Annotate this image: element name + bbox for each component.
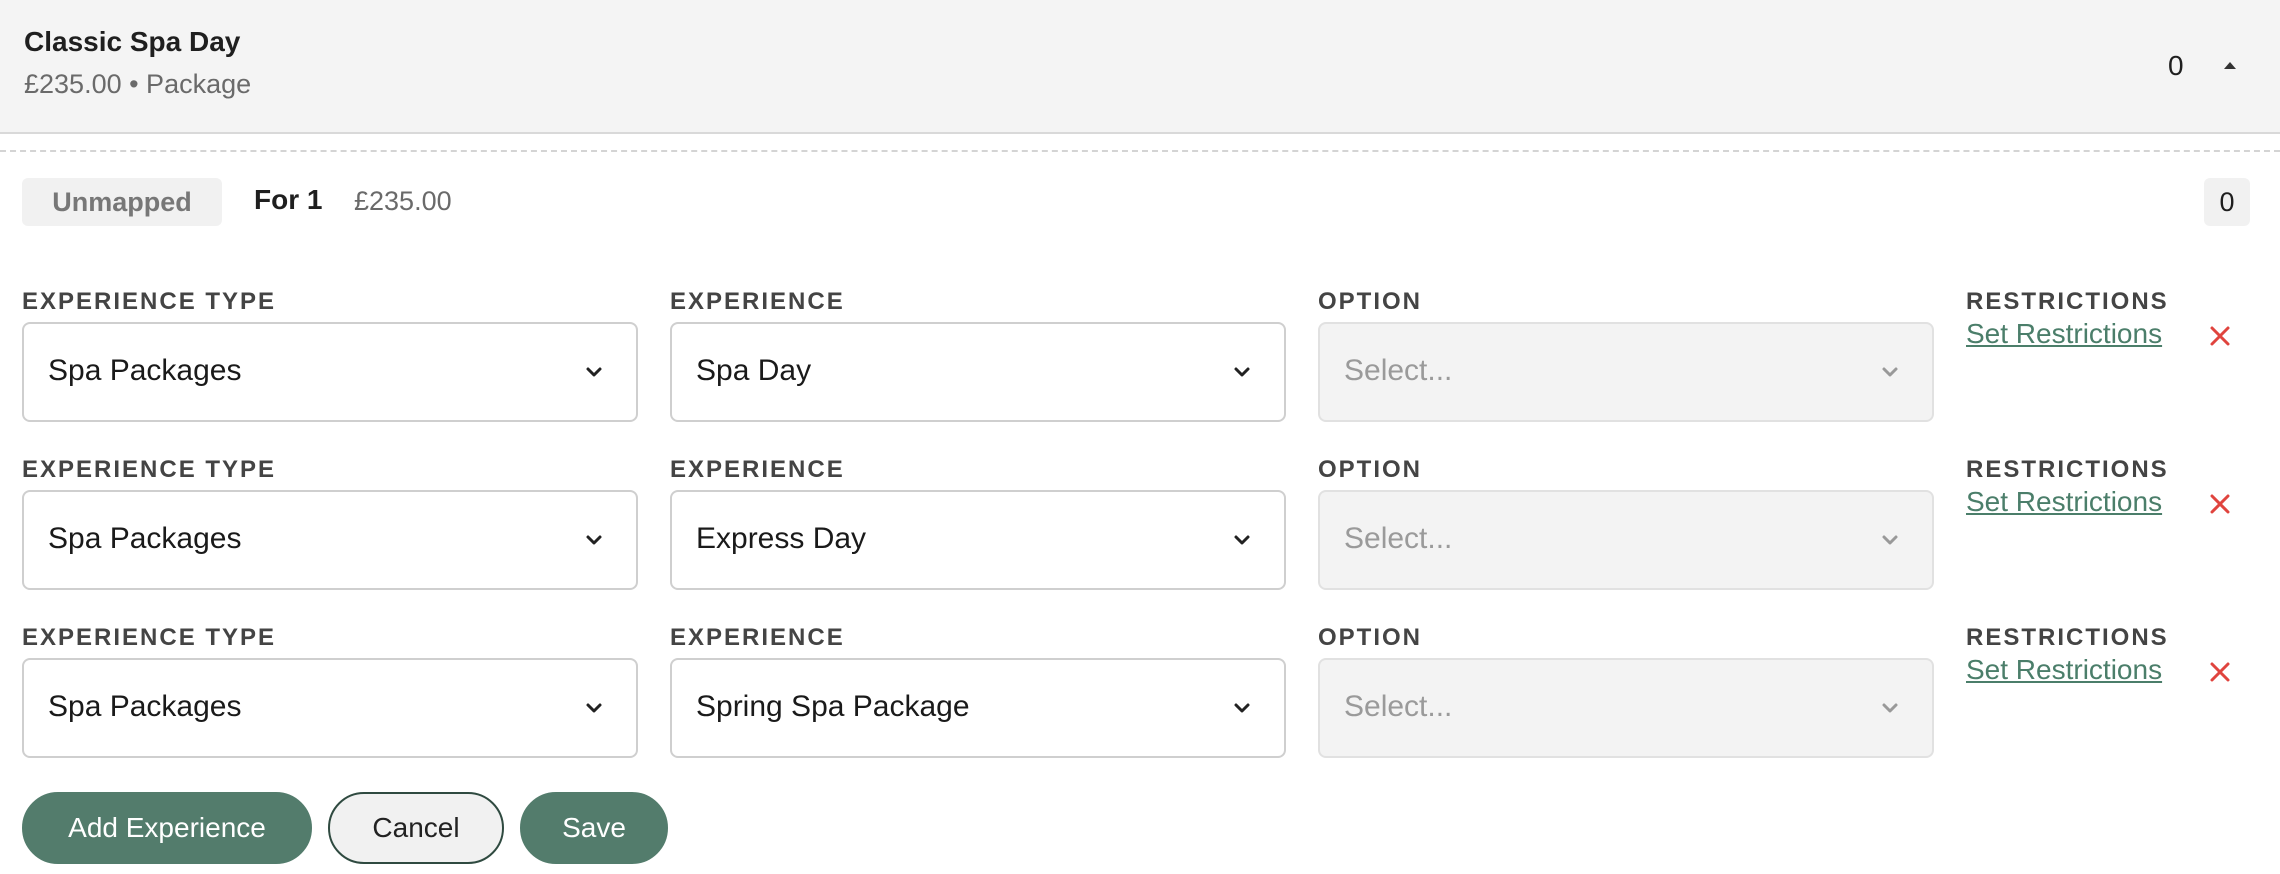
restrictions-label: RESTRICTIONS [1966,288,2169,315]
option-select[interactable]: Select... [1318,322,1934,422]
option-placeholder: Select... [1344,354,1453,387]
experience-label: EXPERIENCE [670,624,845,651]
option-label: OPTION [1318,456,1423,483]
experience-label: EXPERIENCE [670,456,845,483]
chevron-down-icon [586,367,602,377]
package-header[interactable]: Classic Spa Day £235.00 • Package 0 [0,0,2280,134]
experience-type-value: Spa Packages [48,354,242,387]
chevron-down-icon [586,535,602,545]
experience-type-select[interactable]: Spa Packages [22,490,638,590]
restrictions-label: RESTRICTIONS [1966,456,2169,483]
save-button[interactable]: Save [520,792,668,864]
experience-value: Spa Day [696,354,812,387]
chevron-down-icon [1234,535,1250,545]
package-title: Classic Spa Day [24,26,241,57]
remove-row-icon[interactable] [2208,660,2232,684]
option-label: OPTION [1318,624,1423,651]
experience-type-label: EXPERIENCE TYPE [22,456,277,483]
option-select[interactable]: Select... [1318,490,1934,590]
restrictions-label: RESTRICTIONS [1966,624,2169,651]
experience-type-label: EXPERIENCE TYPE [22,288,277,315]
add-experience-button[interactable]: Add Experience [22,792,312,864]
experience-select[interactable]: Express Day [670,490,1286,590]
remove-row-icon[interactable] [2208,492,2232,516]
chevron-down-icon [1882,703,1898,713]
experience-type-select[interactable]: Spa Packages [22,658,638,758]
package-subtitle: £235.00 • Package [24,69,252,99]
experience-type-select[interactable]: Spa Packages [22,322,638,422]
mapping-status-badge: Unmapped [22,178,222,226]
chevron-down-icon [586,703,602,713]
experience-type-value: Spa Packages [48,522,242,555]
option-placeholder: Select... [1344,690,1453,723]
chevron-down-icon [1882,367,1898,377]
set-restrictions-link[interactable]: Set Restrictions [1966,318,2162,350]
set-restrictions-link[interactable]: Set Restrictions [1966,654,2162,686]
package-count: 0 [2168,50,2184,81]
experience-type-value: Spa Packages [48,690,242,723]
mapping-row: EXPERIENCE TYPE Spa Packages EXPERIENCE … [0,456,2280,606]
section-divider [0,150,2280,152]
option-placeholder: Select... [1344,522,1453,555]
rate-price: £235.00 [354,186,452,216]
experience-value: Express Day [696,522,867,555]
remove-row-icon[interactable] [2208,324,2232,348]
experience-value: Spring Spa Package [696,690,970,723]
option-select[interactable]: Select... [1318,658,1934,758]
rate-count-badge: 0 [2204,178,2250,226]
experience-select[interactable]: Spa Day [670,322,1286,422]
experience-type-label: EXPERIENCE TYPE [22,624,277,651]
chevron-down-icon [1234,703,1250,713]
mapping-row: EXPERIENCE TYPE Spa Packages EXPERIENCE … [0,624,2280,774]
collapse-caret-icon[interactable] [2224,62,2236,69]
mapping-row: EXPERIENCE TYPE Spa Packages EXPERIENCE … [0,288,2280,438]
option-label: OPTION [1318,288,1423,315]
experience-select[interactable]: Spring Spa Package [670,658,1286,758]
cancel-button[interactable]: Cancel [328,792,504,864]
rate-for-label: For 1 [254,184,323,215]
chevron-down-icon [1882,535,1898,545]
chevron-down-icon [1234,367,1250,377]
experience-label: EXPERIENCE [670,288,845,315]
set-restrictions-link[interactable]: Set Restrictions [1966,486,2162,518]
